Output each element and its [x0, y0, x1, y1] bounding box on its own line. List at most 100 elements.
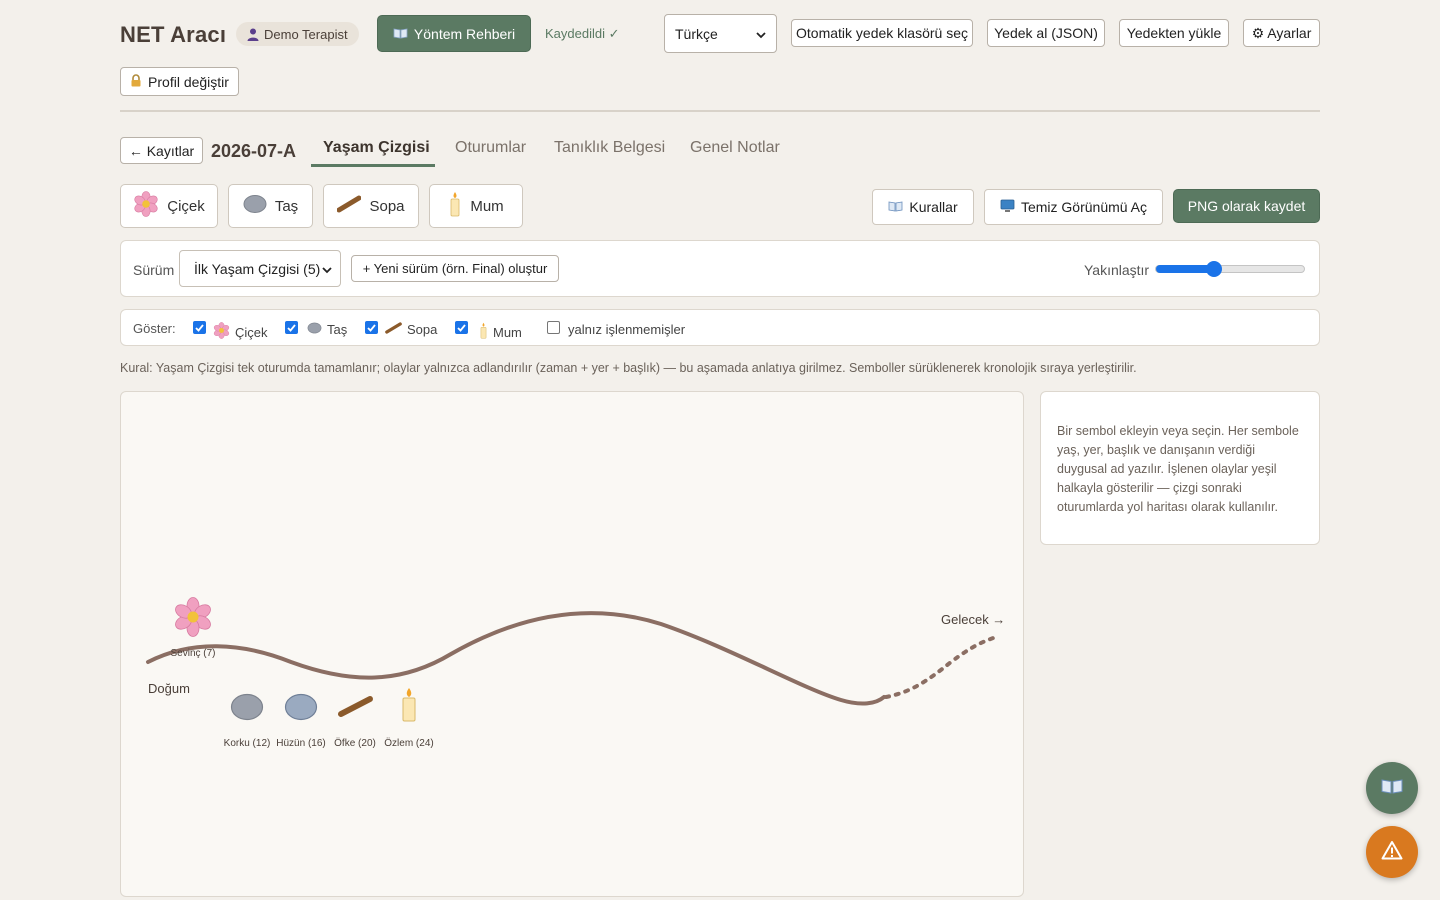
life-line-canvas[interactable]: Doğum Gelecek → Sevinç (7) Korku (12) Hü… [120, 391, 1024, 897]
auto-backup-folder-button[interactable]: Otomatik yedek klasörü seç [791, 19, 973, 47]
app-title: NET Aracı [120, 22, 227, 47]
stick-icon [338, 696, 373, 717]
version-select[interactable]: İlk Yaşam Çizgisi (5) [179, 250, 341, 287]
flower-icon [213, 322, 230, 342]
add-flower-button[interactable]: Çiçek [120, 184, 218, 228]
floating-alert-button[interactable] [1366, 826, 1418, 878]
filter-stone-label: Taş [307, 322, 347, 337]
version-value: İlk Yaşam Çizgisi (5) [194, 260, 321, 277]
version-panel: Sürüm İlk Yaşam Çizgisi (5) + Yeni sürüm… [120, 240, 1320, 297]
stone-icon [243, 194, 267, 218]
filter-unprocessed-checkbox[interactable] [547, 321, 560, 334]
event-label: Sevinç (7) [170, 648, 215, 659]
filter-stick-text: Sopa [407, 322, 438, 337]
add-flower-label: Çiçek [167, 197, 205, 215]
flower-icon [133, 191, 159, 221]
add-candle-button[interactable]: Mum [429, 184, 523, 228]
future-line-path [884, 634, 1001, 699]
tab-testimony-document[interactable]: Tanıklık Belgesi [554, 139, 665, 157]
add-stick-button[interactable]: Sopa [323, 184, 419, 228]
symbol-help-panel: Bir sembol ekleyin veya seçin. Her sembo… [1040, 391, 1320, 545]
chevron-down-icon [322, 261, 332, 277]
back-to-records-button[interactable]: ← Kayıtlar [120, 137, 203, 164]
event-flower-sevinc[interactable]: Sevinç (7) [170, 597, 216, 660]
filter-flower-checkbox[interactable] [193, 321, 206, 334]
clean-view-button[interactable]: Temiz Görünümü Aç [984, 189, 1163, 225]
switch-profile-label: Profil değiştir [148, 73, 229, 90]
header-divider [120, 110, 1320, 112]
add-candle-label: Mum [470, 197, 504, 215]
version-label: Sürüm [133, 262, 175, 278]
rules-button[interactable]: Kurallar [872, 189, 974, 225]
book-icon [888, 199, 903, 215]
book-icon [393, 26, 408, 42]
filter-stone-checkbox[interactable] [285, 321, 298, 334]
switch-profile-button[interactable]: Profil değiştir [120, 67, 239, 96]
filter-unprocessed-label: yalnız işlenmemişler [568, 322, 686, 337]
tab-general-notes[interactable]: Genel Notlar [690, 139, 780, 157]
add-stone-button[interactable]: Taş [228, 184, 313, 228]
stone-icon [284, 693, 318, 721]
filter-stone-text: Taş [327, 322, 348, 337]
event-stone-korku[interactable]: Korku (12) [224, 693, 271, 750]
stick-icon [385, 322, 402, 337]
zoom-label: Yakınlaştır [1084, 262, 1150, 278]
stone-icon [307, 322, 322, 337]
stick-icon [336, 195, 362, 217]
language-value: Türkçe [675, 25, 718, 42]
filter-flower-text: Çiçek [235, 324, 268, 340]
event-label: Özlem (24) [384, 737, 433, 749]
add-stick-label: Sopa [369, 197, 405, 215]
backup-json-button[interactable]: Yedek al (JSON) [987, 19, 1105, 47]
method-guide-button[interactable]: Yöntem Rehberi [377, 15, 531, 52]
user-name: Demo Terapist [264, 26, 348, 42]
life-line-path [146, 611, 886, 706]
filter-stick-label: Sopa [385, 322, 437, 337]
filter-label: Göster: [133, 321, 176, 336]
event-stone-huzun[interactable]: Hüzün (16) [276, 693, 326, 750]
case-id: 2026-07-A [211, 141, 297, 161]
tab-sessions[interactable]: Oturumlar [455, 139, 526, 157]
floating-guide-button[interactable] [1366, 762, 1418, 814]
filter-stick-checkbox[interactable] [365, 321, 378, 334]
method-guide-label: Yöntem Rehberi [413, 25, 516, 42]
event-candle-ozlem[interactable]: Özlem (24) [384, 688, 434, 749]
filter-flower-label: Çiçek [213, 322, 268, 342]
warning-icon [1381, 840, 1403, 865]
timeline-end-label: Gelecek → [941, 612, 1005, 627]
zoom-slider-fill [1156, 265, 1214, 273]
language-select[interactable]: Türkçe [664, 14, 777, 53]
new-version-button[interactable]: + Yeni sürüm (örn. Final) oluştur [351, 255, 559, 282]
active-tab-indicator [311, 164, 435, 167]
event-label: Hüzün (16) [276, 738, 325, 749]
book-icon [1380, 777, 1404, 800]
save-png-button[interactable]: PNG olarak kaydet [1173, 189, 1320, 223]
user-icon [246, 28, 259, 41]
zoom-slider[interactable] [1155, 261, 1305, 277]
monitor-icon [1000, 199, 1015, 216]
rules-label: Kurallar [909, 199, 958, 215]
filter-candle-label: Mum [479, 322, 522, 342]
add-stone-label: Taş [274, 197, 299, 215]
rule-text: Kural: Yaşam Çizgisi tek oturumda tamaml… [120, 361, 1137, 375]
clean-view-label: Temiz Görünümü Aç [1020, 199, 1148, 215]
event-label: Korku (12) [224, 738, 271, 749]
tab-life-line[interactable]: Yaşam Çizgisi [323, 139, 430, 157]
header: NET Aracı Demo Terapist Yöntem Rehberi K… [120, 14, 1320, 54]
life-line-svg: Doğum Gelecek → Sevinç (7) Korku (12) Hü… [146, 597, 1005, 750]
candle-icon [448, 191, 462, 221]
event-label: Öfke (20) [334, 737, 376, 749]
stone-icon [230, 693, 264, 721]
restore-backup-button[interactable]: Yedekten yükle [1119, 19, 1229, 47]
lock-icon [130, 73, 142, 90]
timeline-start-label: Doğum [148, 681, 190, 696]
event-stick-ofke[interactable]: Öfke (20) [334, 696, 376, 749]
save-status: Kaydedildi ✓ [545, 26, 620, 41]
zoom-slider-thumb[interactable] [1205, 261, 1222, 277]
candle-icon [402, 688, 416, 722]
candle-icon [479, 322, 488, 342]
filter-panel: Göster: Çiçek Taş Sopa Mum yalnız işlenm… [120, 309, 1320, 346]
settings-button[interactable]: ⚙ Ayarlar [1243, 19, 1320, 47]
filter-candle-text: Mum [493, 324, 522, 340]
filter-candle-checkbox[interactable] [455, 321, 468, 334]
